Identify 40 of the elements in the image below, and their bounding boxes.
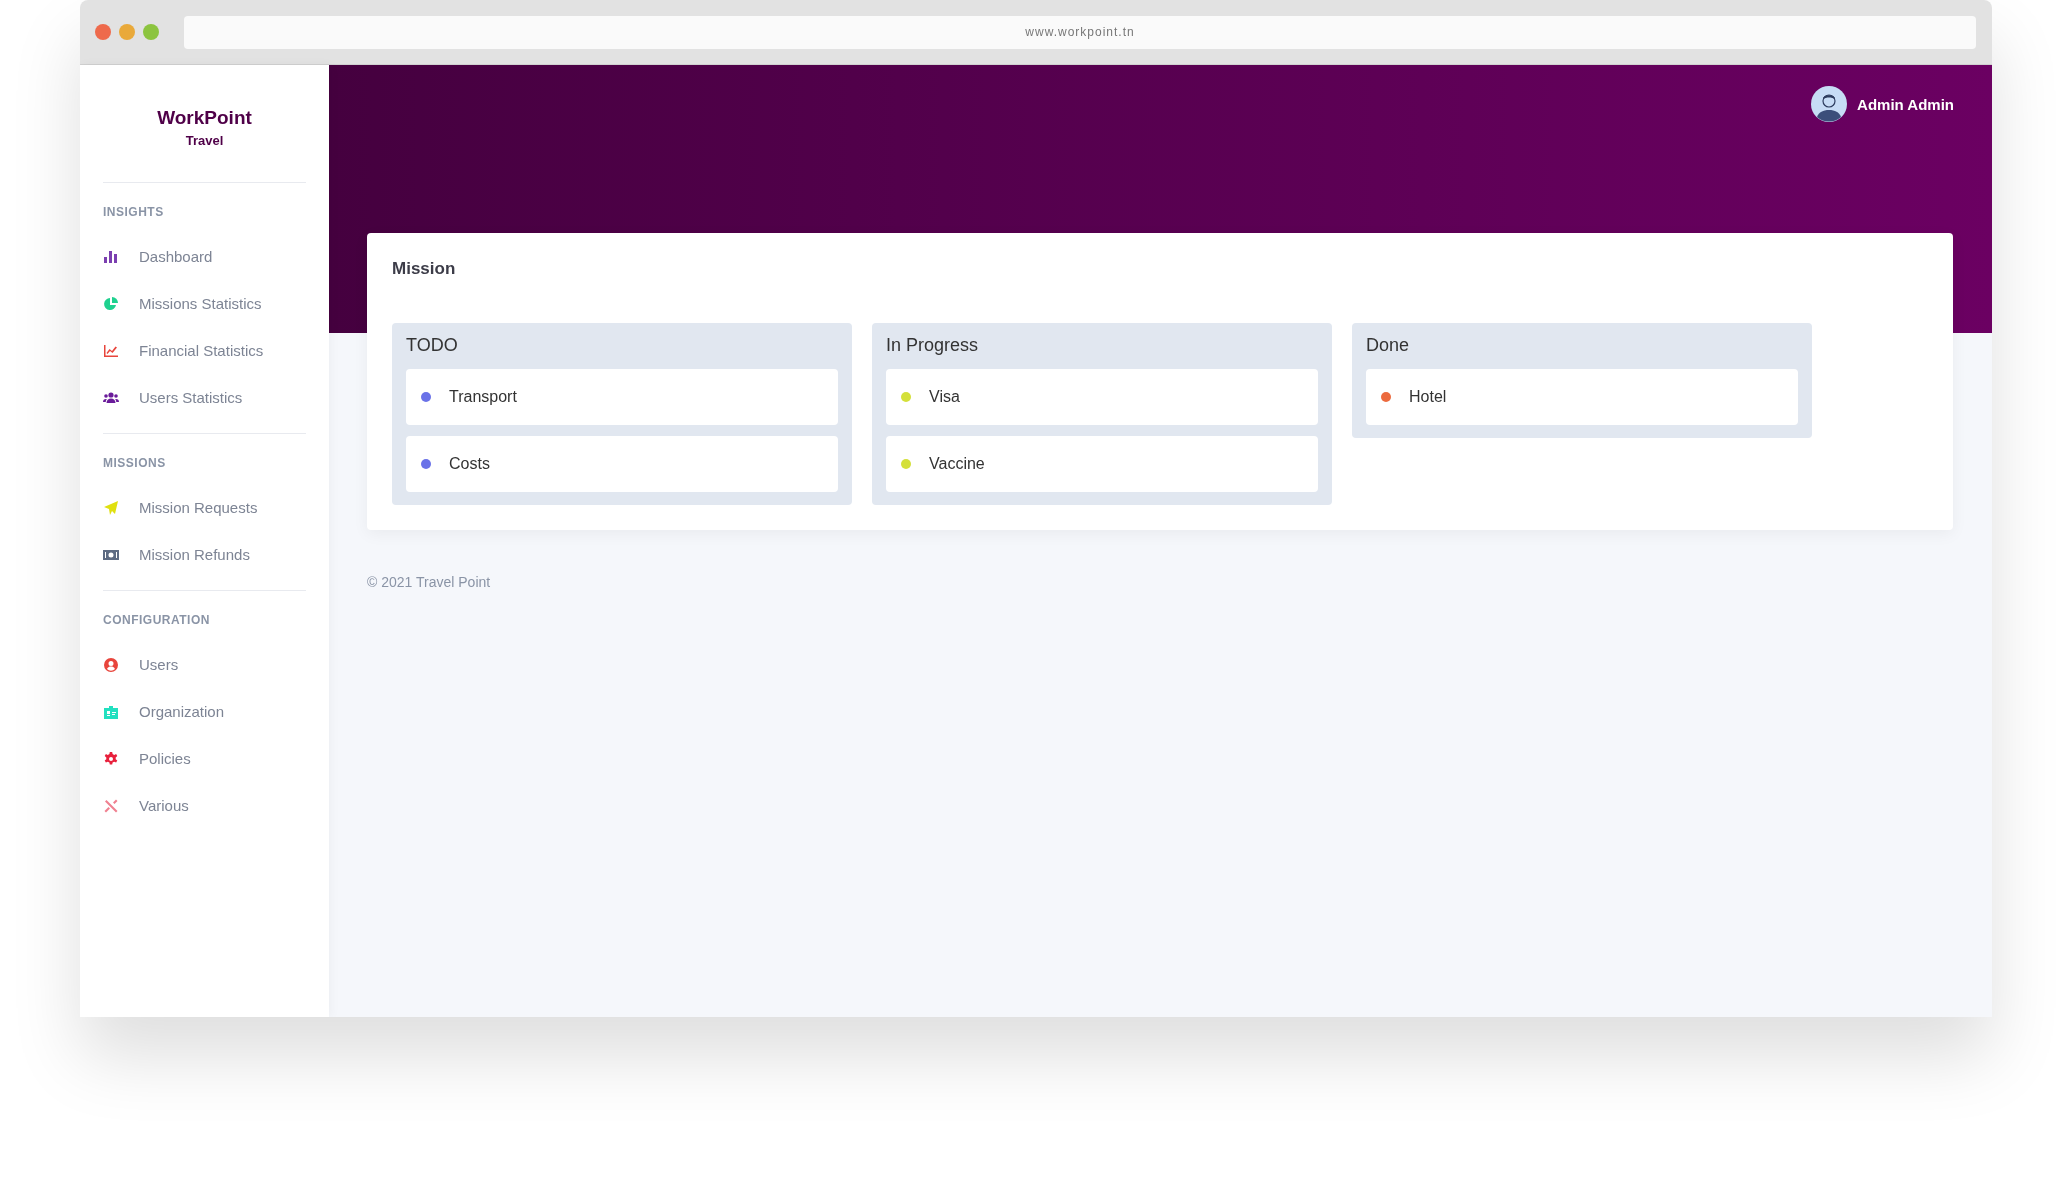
sidebar-item[interactable]: Various (103, 782, 306, 829)
minimize-icon[interactable] (119, 24, 135, 40)
sidebar-item[interactable]: Policies (103, 735, 306, 782)
line-chart-icon (103, 342, 119, 359)
sidebar-item[interactable]: Mission Refunds (103, 531, 306, 578)
user-icon (103, 656, 119, 673)
users-icon (103, 389, 119, 406)
sidebar-item[interactable]: Missions Statistics (103, 280, 306, 327)
sidebar-item[interactable]: Organization (103, 688, 306, 735)
column-title: Done (1366, 335, 1411, 356)
id-badge-icon (103, 703, 119, 720)
tools-icon (103, 797, 119, 814)
sidebar-item[interactable]: Dashboard (103, 233, 306, 280)
sidebar-item[interactable]: Mission Requests (103, 484, 306, 531)
logo-title: WorkPoint (157, 107, 252, 129)
pie-chart-icon (103, 295, 119, 312)
task-card[interactable]: Visa (886, 369, 1318, 425)
bar-chart-icon (103, 248, 119, 265)
footer-text: © 2021 Travel Point (367, 574, 492, 590)
sidebar-item[interactable]: Financial Statistics (103, 327, 306, 374)
sidebar-item[interactable]: Users Statistics (103, 374, 306, 421)
user-menu[interactable]: Admin Admin (1811, 86, 1954, 122)
task-card[interactable]: Costs (406, 436, 838, 492)
sidebar-item[interactable]: Users (103, 641, 306, 688)
board-title: Mission (392, 259, 457, 279)
task-card[interactable]: Vaccine (886, 436, 1318, 492)
settings-icon (103, 750, 119, 767)
column-title: In Progress (886, 335, 980, 356)
address-bar[interactable]: www.workpoint.tn (184, 15, 1976, 49)
section-heading: CONFIGURATION (103, 613, 211, 627)
avatar-icon (1811, 86, 1848, 122)
paper-plane-icon (103, 499, 119, 516)
column-title: TODO (406, 335, 459, 356)
section-heading: INSIGHTS (103, 205, 165, 219)
logo-subtitle: Travel (185, 133, 224, 148)
task-card[interactable]: Transport (406, 369, 838, 425)
task-card[interactable]: Hotel (1366, 369, 1798, 425)
maximize-icon[interactable] (143, 24, 159, 40)
section-heading: MISSIONS (103, 456, 167, 470)
close-icon[interactable] (95, 24, 111, 40)
